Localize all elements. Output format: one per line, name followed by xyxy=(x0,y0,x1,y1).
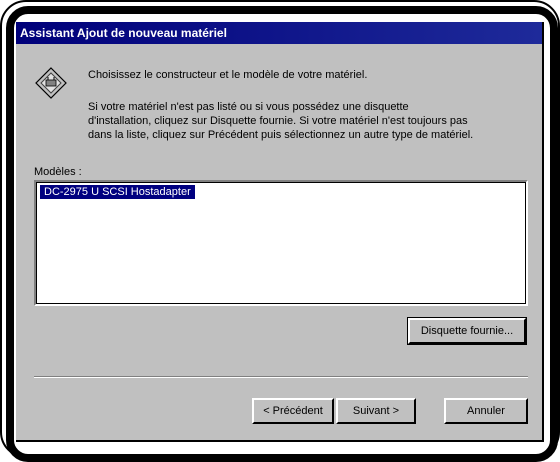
hardware-wizard-icon xyxy=(35,67,67,99)
models-label: Modèles : xyxy=(34,166,82,178)
help-text-line-1: Si votre matériel n'est pas listé ou si … xyxy=(88,101,409,113)
have-disk-button[interactable]: Disquette fournie... xyxy=(407,317,527,345)
model-list-item-selected[interactable]: DC-2975 U SCSI Hostadapter xyxy=(40,185,195,199)
back-button[interactable]: < Précédent xyxy=(252,398,334,424)
help-text-line-3: dans la liste, cliquez sur Précédent pui… xyxy=(88,129,474,141)
separator-line xyxy=(34,376,528,378)
add-hardware-wizard-dialog: Assistant Ajout de nouveau matériel Choi… xyxy=(16,22,544,442)
help-text-line-2: d'installation, cliquez sur Disquette fo… xyxy=(88,115,468,127)
help-text: Si votre matériel n'est pas listé ou si … xyxy=(88,100,538,142)
next-button[interactable]: Suivant > xyxy=(336,398,416,424)
window-title: Assistant Ajout de nouveau matériel xyxy=(16,22,542,44)
models-listbox[interactable]: DC-2975 U SCSI Hostadapter xyxy=(34,180,528,306)
cancel-button[interactable]: Annuler xyxy=(444,398,528,424)
instruction-text: Choisissez le constructeur et le modèle … xyxy=(88,69,368,81)
